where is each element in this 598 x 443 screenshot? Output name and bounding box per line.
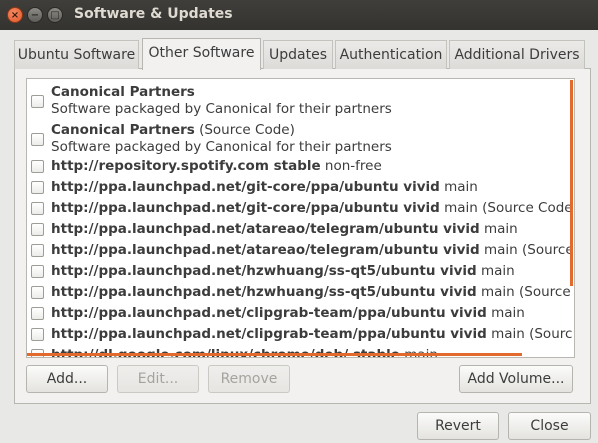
close-icon: × [10, 10, 20, 21]
source-component: main (Source Co [483, 242, 572, 258]
window-maximize-button[interactable]: □ [47, 7, 63, 23]
tab-label: Other Software [148, 45, 255, 61]
source-checkbox[interactable] [31, 307, 44, 320]
source-name: http://ppa.launchpad.net/git-core/ppa/ub… [51, 200, 440, 216]
source-checkbox[interactable] [31, 202, 44, 215]
source-name: http://ppa.launchpad.net/clipgrab-team/p… [51, 326, 487, 342]
list-item[interactable]: http://repository.spotify.com stable non… [27, 157, 572, 178]
list-item[interactable]: http://ppa.launchpad.net/atareao/telegra… [27, 220, 572, 241]
source-component: main [439, 179, 478, 195]
source-checkbox[interactable] [31, 244, 44, 257]
list-item[interactable]: http://dl.google.com/linux/chrome/deb/ s… [27, 346, 572, 357]
list-item[interactable]: http://ppa.launchpad.net/git-core/ppa/ub… [27, 199, 572, 220]
window-minimize-button[interactable]: − [27, 7, 43, 23]
source-name: http://ppa.launchpad.net/atareao/telegra… [51, 221, 480, 237]
source-name: http://ppa.launchpad.net/hzwhuang/ss-qt5… [51, 263, 477, 279]
remove-source-button[interactable]: Remove [208, 365, 290, 393]
window-titlebar: × − □ Software & Updates [0, 0, 598, 30]
list-item[interactable]: http://ppa.launchpad.net/clipgrab-team/p… [27, 325, 572, 346]
source-name: Canonical Partners [51, 84, 195, 100]
source-checkbox[interactable] [31, 328, 44, 341]
tab-additional-drivers[interactable]: Additional Drivers [449, 40, 585, 69]
source-checkbox[interactable] [31, 265, 44, 278]
source-checkbox[interactable] [31, 223, 44, 236]
tab-other-software[interactable]: Other Software [142, 38, 261, 70]
tab-updates[interactable]: Updates [263, 40, 333, 69]
minimize-icon: − [30, 10, 40, 21]
close-button[interactable]: Close [508, 412, 591, 440]
tab-ubuntu-software[interactable]: Ubuntu Software [14, 40, 139, 69]
revert-button[interactable]: Revert [417, 412, 499, 440]
source-name: http://ppa.launchpad.net/hzwhuang/ss-qt5… [51, 284, 477, 300]
source-checkbox[interactable] [31, 181, 44, 194]
source-component: main (Source Co [491, 326, 572, 342]
edit-source-button[interactable]: Edit... [117, 365, 199, 393]
tab-label: Ubuntu Software [17, 47, 136, 63]
source-description: Software packaged by Canonical for their… [51, 101, 392, 117]
software-sources-list[interactable]: Canonical Partners Software packaged by … [26, 78, 575, 358]
source-name: http://ppa.launchpad.net/git-core/ppa/ub… [51, 179, 440, 195]
add-volume-button[interactable]: Add Volume... [459, 365, 573, 393]
source-component: main [486, 305, 525, 321]
vertical-scrollbar[interactable] [570, 80, 573, 286]
source-component: main (Source Cod [480, 284, 572, 300]
tab-label: Additional Drivers [454, 47, 580, 63]
window-title: Software & Updates [74, 6, 233, 22]
tab-label: Updates [269, 47, 327, 63]
source-name: Canonical Partners [51, 122, 195, 138]
tab-label: Authentication [339, 47, 443, 63]
window-close-button[interactable]: × [7, 7, 23, 23]
source-name: http://repository.spotify.com stable [51, 158, 321, 174]
source-checkbox[interactable] [31, 160, 44, 173]
list-item[interactable]: http://ppa.launchpad.net/atareao/telegra… [27, 241, 572, 262]
source-checkbox[interactable] [31, 133, 44, 146]
tab-authentication[interactable]: Authentication [335, 40, 447, 69]
add-source-button[interactable]: Add... [26, 365, 108, 393]
list-item[interactable]: Canonical Partners Software packaged by … [27, 82, 572, 120]
source-checkbox[interactable] [31, 286, 44, 299]
source-name: http://ppa.launchpad.net/clipgrab-team/p… [51, 305, 487, 321]
list-item[interactable]: http://ppa.launchpad.net/hzwhuang/ss-qt5… [27, 262, 572, 283]
list-item[interactable]: http://ppa.launchpad.net/clipgrab-team/p… [27, 304, 572, 325]
source-component: non-free [320, 158, 382, 174]
list-item[interactable]: http://ppa.launchpad.net/hzwhuang/ss-qt5… [27, 283, 572, 304]
source-description: Software packaged by Canonical for their… [51, 139, 392, 155]
source-component: main [476, 263, 515, 279]
list-item[interactable]: http://ppa.launchpad.net/git-core/ppa/ub… [27, 178, 572, 199]
source-component: (Source Code) [194, 122, 295, 138]
source-component: main (Source Code) [439, 200, 572, 216]
source-component: main [479, 221, 518, 237]
source-name: http://ppa.launchpad.net/atareao/telegra… [51, 242, 480, 258]
list-item[interactable]: Canonical Partners (Source Code) Softwar… [27, 120, 572, 158]
horizontal-scrollbar[interactable] [27, 353, 522, 356]
maximize-icon: □ [50, 10, 60, 21]
source-checkbox[interactable] [31, 95, 44, 108]
